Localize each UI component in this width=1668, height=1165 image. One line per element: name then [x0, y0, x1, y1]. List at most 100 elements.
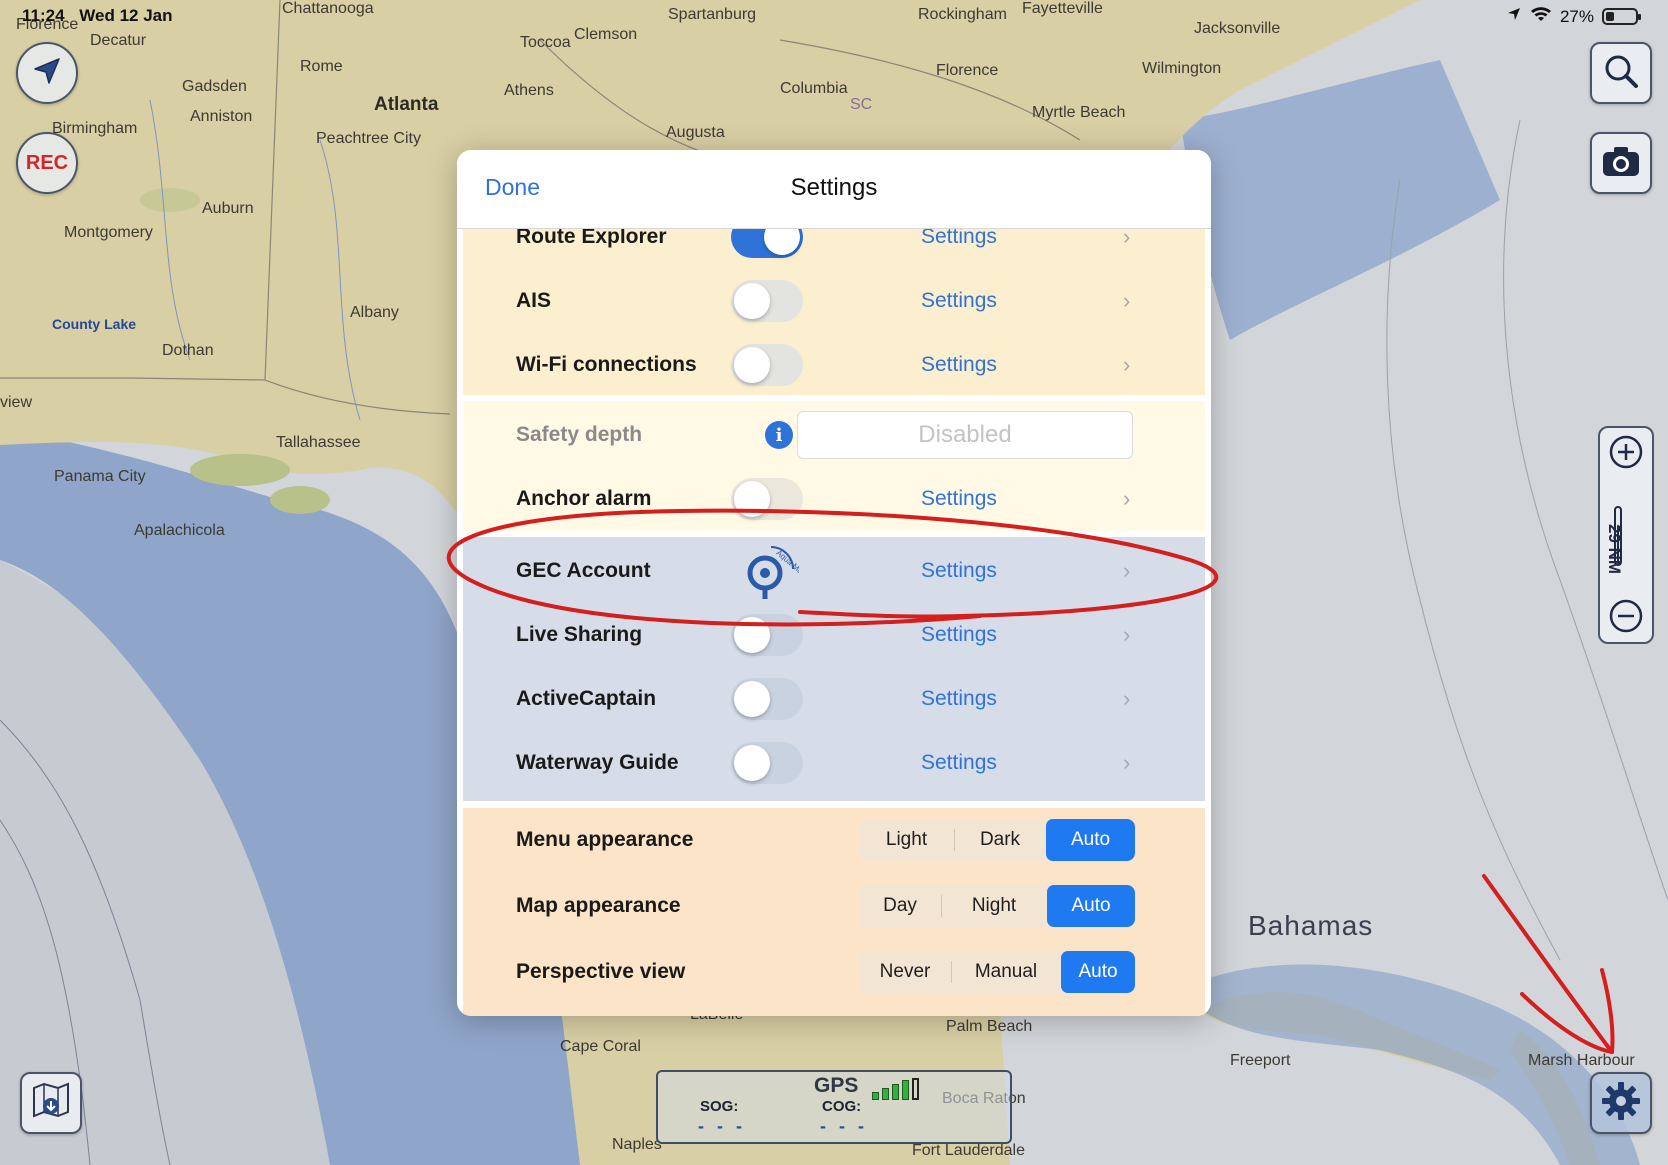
map-label: Cape Coral	[560, 1038, 641, 1055]
map-label: Athens	[504, 82, 554, 99]
settings-row-ais[interactable]: AIS Settings ›	[463, 271, 1205, 331]
row-label: Live Sharing	[516, 623, 643, 646]
connections-section: Route Explorer Settings › AIS Settings ›…	[463, 216, 1205, 395]
map-label: Clemson	[574, 26, 638, 43]
settings-row-activecaptain[interactable]: ActiveCaptain Settings ›	[463, 669, 1205, 729]
map-label: Montgomery	[64, 224, 153, 241]
map-appearance-segmented: Day Night Auto	[859, 885, 1135, 927]
map-label: Gadsden	[182, 78, 247, 95]
map-label: Anniston	[190, 108, 253, 125]
search-icon	[1601, 51, 1641, 96]
clock-date: Wed 12 Jan	[79, 6, 173, 25]
map-label: Atlanta	[374, 94, 439, 115]
map-label: view	[0, 394, 33, 411]
rec-label: REC	[25, 151, 69, 174]
map-label: Albany	[350, 304, 399, 321]
settings-link[interactable]: Settings	[921, 353, 997, 377]
segment-light[interactable]: Light	[859, 819, 954, 861]
camera-icon	[1601, 144, 1641, 183]
row-label: GEC Account	[516, 559, 651, 582]
safety-section: Safety depth i Disabled Anchor alarm Set…	[463, 401, 1205, 531]
map-label: Myrtle Beach	[1032, 104, 1126, 121]
record-track-button[interactable]: REC	[16, 132, 78, 194]
map-label: Freeport	[1230, 1052, 1291, 1069]
chevron-right-icon: ›	[1123, 750, 1131, 775]
camera-button[interactable]	[1590, 132, 1652, 194]
segment-dark[interactable]: Dark	[954, 819, 1046, 861]
settings-link[interactable]: Settings	[921, 289, 997, 313]
row-label: ActiveCaptain	[516, 687, 657, 710]
gps-info-panel[interactable]: GPS SOG: COG: - - - - - -	[656, 1070, 1012, 1144]
segment-night[interactable]: Night	[941, 885, 1047, 927]
row-label: AIS	[516, 289, 552, 312]
settings-dialog: Done Settings Route Explorer Settings › …	[457, 150, 1211, 1016]
chevron-right-icon: ›	[1123, 288, 1131, 313]
map-label: Panama City	[54, 468, 146, 485]
map-label: Chattanooga	[282, 0, 374, 17]
waterway-guide-toggle[interactable]	[731, 742, 803, 784]
accounts-section: GEC Account Aqua Map Settings › Live Sha…	[463, 537, 1205, 801]
chevron-right-icon: ›	[1123, 686, 1131, 711]
cog-label: COG:	[822, 1098, 862, 1115]
zoom-in-icon	[1608, 434, 1644, 475]
gear-icon	[1600, 1080, 1642, 1127]
map-label: Peachtree City	[316, 130, 421, 147]
info-icon[interactable]: i	[765, 421, 793, 449]
map-label: Apalachicola	[134, 522, 225, 539]
settings-row-gec-account[interactable]: GEC Account Aqua Map Settings ›	[463, 541, 1205, 601]
segment-auto[interactable]: Auto	[1061, 951, 1135, 993]
settings-row-wifi[interactable]: Wi-Fi connections Settings ›	[463, 335, 1205, 395]
search-button[interactable]	[1590, 42, 1652, 104]
dialog-header: Done Settings	[457, 150, 1211, 229]
map-label: Toccoa	[520, 34, 571, 51]
settings-link[interactable]: Settings	[921, 559, 997, 583]
ais-toggle[interactable]	[731, 280, 803, 322]
wifi-toggle[interactable]	[731, 344, 803, 386]
menu-appearance-segmented: Light Dark Auto	[859, 819, 1135, 861]
zoom-out-button[interactable]	[1606, 598, 1646, 638]
segment-manual[interactable]: Manual	[951, 951, 1061, 993]
clock-time: 11:24	[22, 6, 65, 25]
live-sharing-toggle[interactable]	[731, 614, 803, 656]
sog-value: - - -	[698, 1116, 746, 1136]
settings-row-anchor-alarm[interactable]: Anchor alarm Settings ›	[463, 469, 1205, 529]
row-label: Waterway Guide	[516, 751, 679, 774]
map-label: Jacksonville	[1194, 20, 1281, 37]
chevron-right-icon: ›	[1123, 558, 1131, 583]
appearance-section: Menu appearance Light Dark Auto Map appe…	[463, 808, 1205, 1016]
battery-percent: 27%	[1559, 6, 1594, 26]
map-label: Fort Lauderdale	[912, 1142, 1025, 1159]
map-label: Dothan	[162, 342, 214, 359]
scale-label: 29 NM	[1605, 524, 1624, 575]
row-label: Perspective view	[516, 960, 686, 983]
anchor-alarm-toggle[interactable]	[731, 478, 803, 520]
sog-label: SOG:	[700, 1098, 739, 1115]
settings-button[interactable]	[1590, 1072, 1652, 1134]
settings-link[interactable]: Settings	[921, 687, 997, 711]
map-label: Marsh Harbour	[1528, 1052, 1635, 1069]
safety-depth-field[interactable]: Disabled	[797, 411, 1133, 459]
activecaptain-toggle[interactable]	[731, 678, 803, 720]
navigate-button[interactable]	[16, 42, 78, 104]
zoom-in-button[interactable]	[1606, 434, 1646, 474]
map-label: Tallahassee	[276, 434, 361, 451]
segment-auto[interactable]: Auto	[1046, 819, 1135, 861]
settings-link[interactable]: Settings	[921, 623, 997, 647]
settings-row-safety-depth: Safety depth i Disabled	[463, 405, 1205, 465]
segment-auto[interactable]: Auto	[1047, 885, 1135, 927]
charts-button[interactable]	[20, 1072, 82, 1134]
map-label: Florence	[936, 62, 999, 79]
settings-row-menu-appearance: Menu appearance Light Dark Auto	[463, 810, 1205, 870]
segment-never[interactable]: Never	[859, 951, 951, 993]
settings-row-waterway-guide[interactable]: Waterway Guide Settings ›	[463, 733, 1205, 793]
status-indicators: 27%	[1506, 6, 1641, 27]
chevron-right-icon: ›	[1123, 486, 1131, 511]
settings-row-live-sharing[interactable]: Live Sharing Settings ›	[463, 605, 1205, 665]
settings-row-perspective-view: Perspective view Never Manual Auto	[463, 942, 1205, 1002]
map-label: Decatur	[90, 32, 147, 49]
settings-link[interactable]: Settings	[921, 751, 997, 775]
segment-day[interactable]: Day	[859, 885, 941, 927]
settings-link[interactable]: Settings	[921, 487, 997, 511]
perspective-view-segmented: Never Manual Auto	[859, 951, 1135, 993]
chevron-right-icon: ›	[1123, 352, 1131, 377]
